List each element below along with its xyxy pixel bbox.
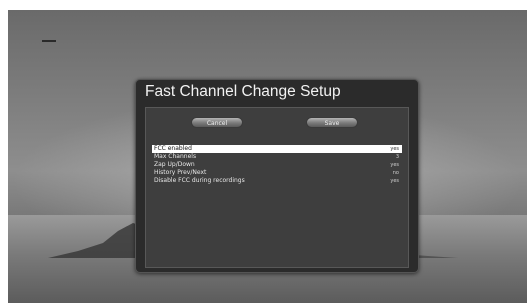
setting-label: Disable FCC during recordings (154, 177, 245, 184)
setting-label: History Prev/Next (154, 169, 207, 176)
settings-list: FCC enabled yes Max Channels 3 Zap Up/Do… (152, 145, 402, 185)
cancel-button[interactable]: Cancel (191, 117, 243, 128)
setting-value: 3 (395, 154, 399, 160)
setting-label: Max Channels (154, 153, 197, 160)
setting-label: FCC enabled (154, 145, 192, 152)
dialog-content-panel: Cancel Save FCC enabled yes Max Channels… (145, 107, 409, 268)
dialog-title: Fast Channel Change Setup (145, 83, 341, 100)
setting-value: yes (390, 162, 399, 168)
setting-value: yes (390, 178, 399, 184)
setting-value: yes (390, 146, 399, 152)
setting-row-max-channels[interactable]: Max Channels 3 (152, 153, 402, 161)
save-button[interactable]: Save (306, 117, 358, 128)
setting-row-fcc-enabled[interactable]: FCC enabled yes (152, 145, 402, 153)
setting-row-disable-fcc-recordings[interactable]: Disable FCC during recordings yes (152, 177, 402, 185)
tv-screen: Fast Channel Change Setup Cancel Save FC… (8, 10, 527, 303)
setting-row-zap-up-down[interactable]: Zap Up/Down yes (152, 161, 402, 169)
setting-label: Zap Up/Down (154, 161, 195, 168)
setting-row-history-prev-next[interactable]: History Prev/Next no (152, 169, 402, 177)
corner-marker (42, 40, 56, 42)
setting-value: no (392, 170, 399, 176)
fcc-setup-dialog: Fast Channel Change Setup Cancel Save FC… (135, 79, 419, 273)
